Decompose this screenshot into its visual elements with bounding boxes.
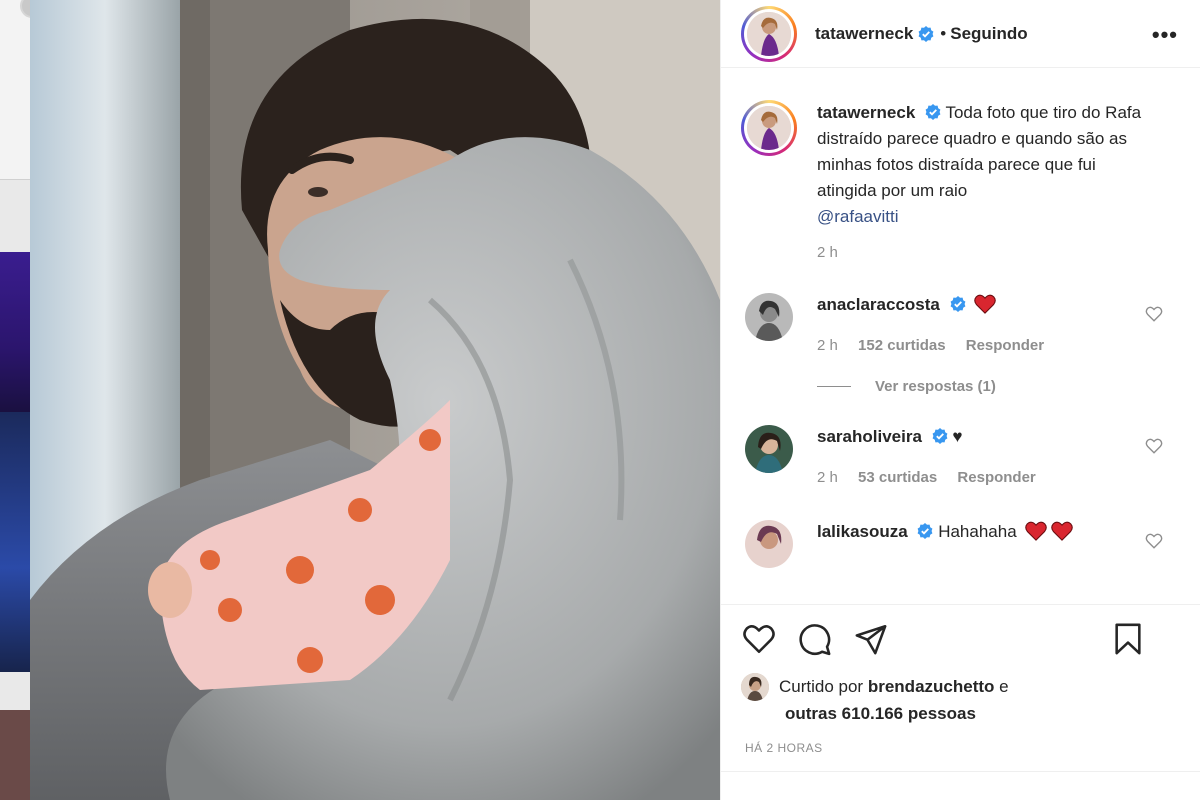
liked-by-prefix: Curtido por: [779, 677, 864, 696]
post-caption: tatawerneck Toda foto que tiro do Rafa d…: [721, 100, 1200, 230]
background-page-strip: [0, 0, 30, 800]
bookmark-icon[interactable]: [1111, 621, 1145, 657]
author-avatar[interactable]: [741, 5, 797, 62]
paper-plane-icon[interactable]: [853, 622, 889, 656]
reply-button[interactable]: Responder: [966, 337, 1044, 354]
post-photo-illustration: [30, 0, 720, 800]
liked-by-joiner: e: [999, 677, 1009, 696]
view-replies-label: Ver respostas (1): [875, 378, 996, 395]
comment-like-heart-icon[interactable]: [1145, 437, 1163, 455]
caption-text-block: tatawerneck Toda foto que tiro do Rafa d…: [817, 100, 1147, 230]
red-heart-emoji-icon: [1051, 521, 1074, 541]
comment-item: lalikasouza Hahahaha: [721, 520, 1200, 568]
post-actions-section: Curtido por brendazuchetto e outras 610.…: [721, 604, 1200, 800]
commenter-username[interactable]: anaclaraccosta: [817, 295, 940, 314]
commenter-avatar[interactable]: [745, 293, 793, 341]
comment-bubble-icon[interactable]: [797, 622, 833, 656]
comments-list[interactable]: tatawerneck Toda foto que tiro do Rafa d…: [721, 100, 1200, 600]
view-replies-button[interactable]: Ver respostas (1): [817, 378, 1200, 395]
reply-button[interactable]: Responder: [957, 469, 1035, 486]
add-comment-area[interactable]: [721, 771, 1200, 800]
post-header: tatawerneck • Seguindo •••: [721, 0, 1200, 68]
commenter-username[interactable]: lalikasouza: [817, 522, 908, 541]
comment-timestamp[interactable]: 2 h: [817, 469, 838, 486]
comment-timestamp[interactable]: 2 h: [817, 337, 838, 354]
comment-like-heart-icon[interactable]: [1145, 305, 1163, 323]
replies-divider: [817, 386, 851, 387]
comment-likes-count[interactable]: 152 curtidas: [858, 337, 946, 354]
verified-badge-icon: [918, 523, 933, 539]
comment-like-heart-icon[interactable]: [1145, 532, 1163, 550]
action-icons-row: [741, 605, 1181, 673]
author-username[interactable]: tatawerneck: [815, 24, 913, 44]
verified-badge-icon: [932, 428, 948, 444]
post-date[interactable]: HÁ 2 HORAS: [745, 741, 1181, 755]
background-panel: [0, 0, 30, 180]
comment-likes-count[interactable]: 53 curtidas: [858, 469, 937, 486]
post-side-panel: tatawerneck • Seguindo ••• tatawerneck T…: [720, 0, 1200, 800]
red-heart-emoji-icon: [974, 294, 997, 314]
caption-timestamp[interactable]: 2 h: [817, 244, 1200, 261]
commenter-username[interactable]: saraholiveira: [817, 427, 922, 446]
author-avatar-image: [747, 11, 791, 56]
caption-username[interactable]: tatawerneck: [817, 103, 915, 122]
post-photo[interactable]: [30, 0, 720, 800]
background-thumbnail: [0, 412, 30, 672]
verified-badge-icon: [925, 104, 941, 120]
more-options-icon[interactable]: •••: [1152, 22, 1178, 48]
caption-avatar-image: [747, 106, 791, 150]
likes-count-button[interactable]: outras 610.166 pessoas: [785, 701, 1181, 727]
comment-text: ♥: [952, 427, 963, 446]
header-separator: •: [940, 23, 947, 43]
comment-item: saraholiveira ♥ 2 h 53 curtidas Responde…: [721, 425, 1200, 486]
comment-text: Hahahaha: [938, 522, 1017, 541]
verified-badge-icon: [918, 25, 934, 42]
liked-by-line: Curtido por brendazuchetto e: [741, 673, 1181, 701]
caption-author-avatar[interactable]: [741, 100, 797, 156]
verified-badge-icon: [950, 296, 966, 312]
commenter-avatar[interactable]: [745, 425, 793, 473]
background-thumbnail: [0, 710, 30, 800]
liked-by-user[interactable]: brendazuchetto: [868, 674, 995, 700]
comment-item: anaclaraccosta 2 h 152 curtidas Responde…: [721, 293, 1200, 354]
commenter-avatar[interactable]: [745, 520, 793, 568]
heart-outline-icon[interactable]: [741, 622, 777, 656]
background-thumbnail: [0, 252, 30, 412]
following-button[interactable]: Seguindo: [950, 24, 1027, 44]
liker-avatar[interactable]: [741, 673, 769, 701]
red-heart-emoji-icon: [1025, 521, 1048, 541]
caption-mention-link[interactable]: @rafaavitti: [817, 207, 899, 226]
